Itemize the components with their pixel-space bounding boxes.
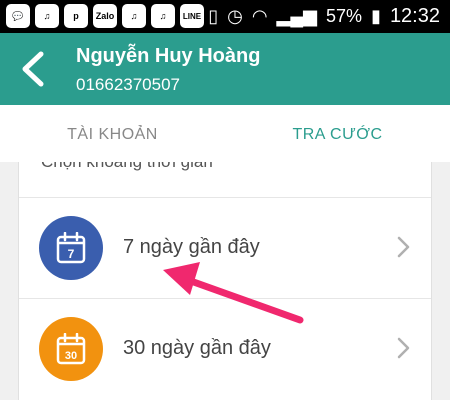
option-7-days[interactable]: 7 7 ngày gần đây [19, 197, 431, 297]
chevron-right-icon [397, 236, 410, 258]
signal-icon: ▂▄▆ [276, 6, 317, 26]
section-label: Chọn khoảng thời gian [41, 162, 213, 172]
music-icon: ♫ [122, 4, 146, 28]
calendar-icon: 30 [39, 317, 103, 381]
music-icon: ♫ [151, 4, 175, 28]
line-icon: LINE [180, 4, 204, 28]
tab-bar: TÀI KHOẢN TRA CƯỚC [0, 105, 450, 167]
option-label: 7 ngày gần đây [123, 236, 260, 258]
user-name: Nguyễn Huy Hoàng [76, 45, 261, 67]
zalo-icon: Zalo [93, 4, 117, 28]
clock: 12:32 [389, 5, 440, 27]
status-bar: 💬 ♫ p Zalo ♫ ♫ LINE ▯ ◷ ◠ ▂▄▆ 57% ▮ 12:3… [0, 0, 450, 33]
app-header: Nguyễn Huy Hoàng 01662370507 [0, 33, 450, 105]
svg-text:7: 7 [68, 247, 75, 261]
user-phone: 01662370507 [76, 75, 181, 94]
p-app-icon: p [64, 4, 88, 28]
svg-text:30: 30 [65, 350, 77, 362]
music-icon: ♫ [35, 4, 59, 28]
calendar-icon: 7 [39, 216, 103, 280]
vibrate-icon: ▯ [208, 6, 219, 26]
battery-percent: 57% [326, 6, 363, 26]
tab-account[interactable]: TÀI KHOẢN [0, 105, 225, 165]
back-button[interactable] [12, 47, 52, 91]
tab-check-charges[interactable]: TRA CƯỚC [225, 105, 450, 165]
messenger-icon: 💬 [6, 4, 30, 28]
chevron-right-icon [397, 337, 410, 359]
notification-icons: 💬 ♫ p Zalo ♫ ♫ LINE [6, 4, 204, 28]
wifi-icon: ◠ [251, 6, 268, 26]
option-30-days[interactable]: 30 30 ngày gần đây [19, 298, 431, 398]
period-card: Chọn khoảng thời gian 7 7 ngày gần đây [18, 162, 432, 400]
alarm-icon: ◷ [227, 6, 243, 26]
back-arrow-icon [22, 51, 44, 87]
battery-icon: ▮ [371, 6, 381, 26]
option-label: 30 ngày gần đây [123, 337, 271, 359]
content-area: Chọn khoảng thời gian 7 7 ngày gần đây [0, 162, 450, 400]
